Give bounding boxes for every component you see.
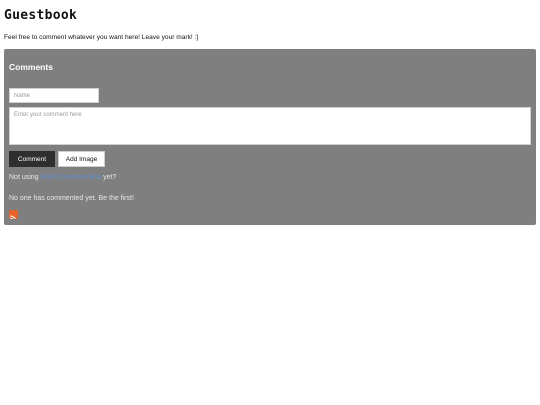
page-title: Guestbook <box>4 8 78 23</box>
rss-glyph <box>10 215 16 219</box>
comment-textarea[interactable] <box>9 107 531 145</box>
promo-prefix: Not using <box>9 174 39 181</box>
comments-heading: Comments <box>9 62 53 72</box>
promo-suffix: yet? <box>103 174 117 181</box>
comments-panel: Comments Comment Add Image Not using Htm… <box>4 49 536 225</box>
empty-comments-message: No one has commented yet. Be the first! <box>9 195 134 202</box>
name-input[interactable] <box>9 88 99 103</box>
comment-button[interactable]: Comment <box>9 151 55 167</box>
html-comment-box-link[interactable]: Html Comment Box <box>41 174 102 181</box>
intro-text: Feel free to comment whatever you want h… <box>4 34 199 41</box>
add-image-button[interactable]: Add Image <box>58 151 105 167</box>
rss-icon[interactable] <box>9 210 18 219</box>
promo-text: Not using Html Comment Box yet? <box>9 174 116 181</box>
